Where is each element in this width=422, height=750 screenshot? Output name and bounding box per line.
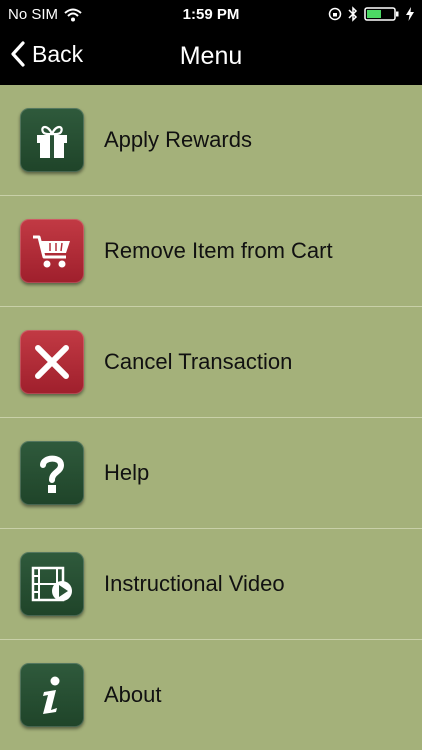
menu-item-label: About xyxy=(104,682,162,707)
page-title: Menu xyxy=(179,42,243,70)
rotation-lock-icon xyxy=(328,7,342,21)
menu-item-label: Help xyxy=(104,460,150,485)
menu-item-help[interactable]: Help xyxy=(0,418,422,529)
video-icon xyxy=(20,552,84,616)
status-bar: No SIM 1:59 PM xyxy=(0,0,422,30)
menu-item-label: Remove Item from Cart xyxy=(104,238,333,263)
menu-item-apply-rewards[interactable]: Apply Rewards xyxy=(0,85,422,196)
question-icon xyxy=(20,441,84,505)
nav-bar: Back Menu xyxy=(0,30,422,85)
gift-icon xyxy=(20,108,84,172)
menu-item-label: Instructional Video xyxy=(104,571,285,596)
cart-icon xyxy=(20,219,84,283)
bluetooth-icon xyxy=(348,6,358,22)
charging-icon xyxy=(406,7,414,21)
menu-item-label: Apply Rewards xyxy=(104,127,252,152)
close-icon xyxy=(20,330,84,394)
menu-item-remove-item[interactable]: Remove Item from Cart xyxy=(0,196,422,307)
menu-item-instructional-video[interactable]: Instructional Video xyxy=(0,529,422,640)
info-icon xyxy=(20,663,84,727)
menu-item-cancel-transaction[interactable]: Cancel Transaction xyxy=(0,307,422,418)
menu-item-about[interactable]: About xyxy=(0,640,422,750)
menu-list: Apply Rewards Remove Item from Cart Canc… xyxy=(0,85,422,750)
battery-icon xyxy=(364,7,399,21)
menu-item-label: Cancel Transaction xyxy=(104,349,293,374)
